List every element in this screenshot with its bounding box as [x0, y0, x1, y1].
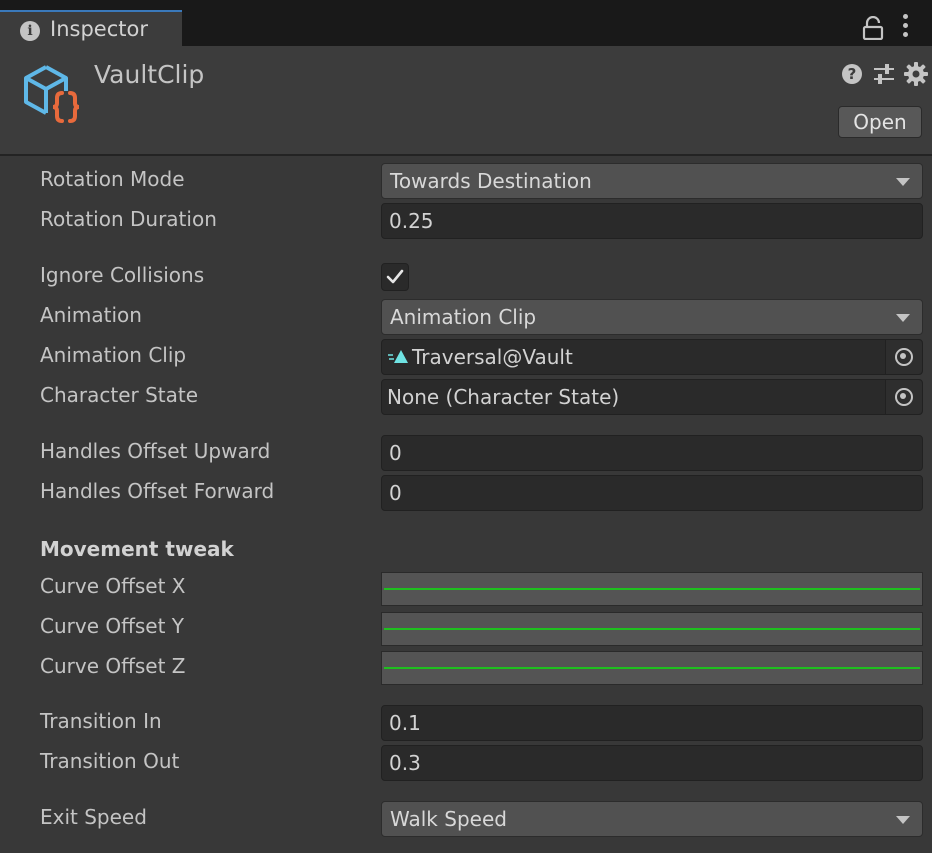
script-cube-icon: [24, 65, 80, 123]
curve-offset-z-label: Curve Offset Z: [40, 654, 186, 678]
transition-in-input[interactable]: 0.1: [381, 705, 923, 741]
ignore-collisions-label: Ignore Collisions: [40, 263, 205, 287]
inspector-header: VaultClip ? Open: [0, 46, 932, 156]
info-icon: i: [20, 21, 40, 41]
curve-offset-y-label: Curve Offset Y: [40, 614, 185, 638]
animation-clip-field[interactable]: Traversal@Vault: [381, 339, 923, 375]
transition-out-input[interactable]: 0.3: [381, 745, 923, 781]
exit-speed-label: Exit Speed: [40, 805, 147, 829]
tab-label: Inspector: [50, 17, 148, 41]
character-state-value: None (Character State): [387, 385, 620, 409]
kebab-menu-icon[interactable]: [900, 14, 910, 42]
object-picker-icon[interactable]: [885, 340, 922, 374]
curve-offset-x-label: Curve Offset X: [40, 574, 186, 598]
handles-offset-upward-input[interactable]: 0: [381, 435, 923, 471]
transition-out-label: Transition Out: [40, 749, 180, 773]
handles-offset-upward-label: Handles Offset Upward: [40, 439, 271, 463]
lock-icon[interactable]: [862, 16, 884, 40]
asset-title: VaultClip: [94, 60, 205, 89]
curve-offset-y-field[interactable]: [381, 612, 923, 646]
curve-line: [384, 628, 920, 630]
tab-bar: i Inspector: [0, 0, 932, 46]
open-button[interactable]: Open: [838, 106, 922, 138]
gear-icon[interactable]: [904, 62, 928, 86]
animation-value: Animation Clip: [390, 305, 537, 329]
ignore-collisions-checkbox[interactable]: [381, 263, 409, 291]
tab-inspector[interactable]: i Inspector: [0, 10, 182, 46]
checkmark-icon: [386, 269, 404, 284]
curve-line: [384, 588, 920, 590]
rotation-duration-label: Rotation Duration: [40, 207, 217, 231]
exit-speed-dropdown[interactable]: Walk Speed: [381, 801, 923, 837]
animation-clip-icon: [388, 350, 408, 363]
handles-offset-forward-label: Handles Offset Forward: [40, 479, 275, 503]
animation-clip-value: Traversal@Vault: [412, 345, 573, 369]
animation-label: Animation: [40, 303, 142, 327]
rotation-mode-dropdown[interactable]: Towards Destination: [381, 163, 923, 199]
rotation-mode-label: Rotation Mode: [40, 167, 185, 191]
handles-offset-forward-input[interactable]: 0: [381, 475, 923, 511]
movement-tweak-header: Movement tweak: [40, 537, 234, 561]
dropdown-arrow-icon: [896, 816, 910, 824]
help-icon[interactable]: ?: [842, 64, 862, 84]
sliders-icon[interactable]: [872, 63, 896, 85]
rotation-mode-value: Towards Destination: [390, 169, 592, 193]
dropdown-arrow-icon: [896, 314, 910, 322]
object-picker-icon[interactable]: [885, 380, 922, 414]
character-state-label: Character State: [40, 383, 199, 407]
curve-offset-x-field[interactable]: [381, 572, 923, 606]
rotation-duration-input[interactable]: 0.25: [381, 203, 923, 239]
character-state-field[interactable]: None (Character State): [381, 379, 923, 415]
animation-dropdown[interactable]: Animation Clip: [381, 299, 923, 335]
exit-speed-value: Walk Speed: [390, 807, 507, 831]
transition-in-label: Transition In: [40, 709, 162, 733]
animation-clip-label: Animation Clip: [40, 343, 187, 367]
curve-line: [384, 667, 920, 669]
curve-offset-z-field[interactable]: [381, 651, 923, 685]
dropdown-arrow-icon: [896, 178, 910, 186]
